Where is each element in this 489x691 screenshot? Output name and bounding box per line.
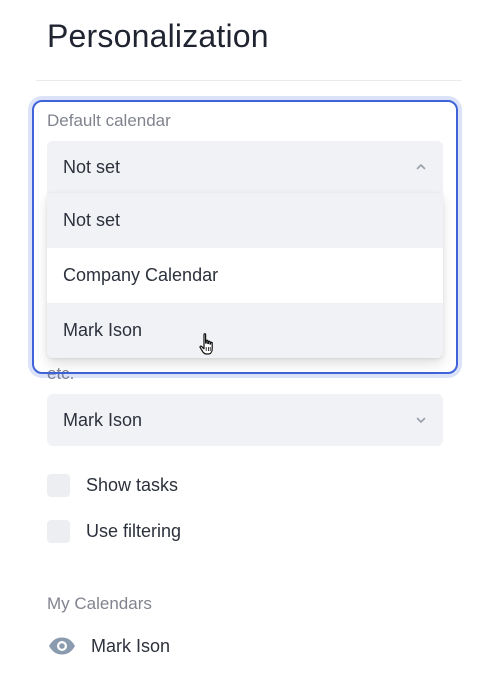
eye-icon[interactable] [47,634,77,658]
dropdown-option-mark-ison[interactable]: Mark Ison [47,303,443,358]
default-calendar-value: Not set [63,156,121,177]
dropdown-option-company-calendar[interactable]: Company Calendar [47,248,443,303]
dropdown-option-not-set[interactable]: Not set [47,193,443,248]
second-calendar-value: Mark Ison [63,409,143,430]
chevron-up-icon [416,164,426,170]
default-calendar-dropdown: Not set Company Calendar Mark Ison [47,193,443,358]
show-tasks-checkbox[interactable] [47,474,70,497]
show-tasks-row[interactable]: Show tasks [47,474,178,497]
my-calendars-heading: My Calendars [47,594,152,613]
use-filtering-checkbox[interactable] [47,520,70,543]
default-calendar-label: Default calendar [47,111,171,130]
second-calendar-select[interactable]: Mark Ison [47,394,443,446]
personalization-panel: Personalization etc. Mark Ison Default c… [0,0,489,691]
hand-pointer-cursor-icon [199,333,213,355]
page-title: Personalization [47,18,269,54]
calendar-item-name: Mark Ison [91,635,171,656]
use-filtering-row[interactable]: Use filtering [47,520,181,543]
chevron-down-icon [416,417,426,423]
calendar-item[interactable]: Mark Ison [47,634,170,658]
show-tasks-label: Show tasks [86,475,179,495]
header-divider [36,80,462,81]
use-filtering-label: Use filtering [86,521,182,541]
default-calendar-select[interactable]: Not set [47,141,443,193]
